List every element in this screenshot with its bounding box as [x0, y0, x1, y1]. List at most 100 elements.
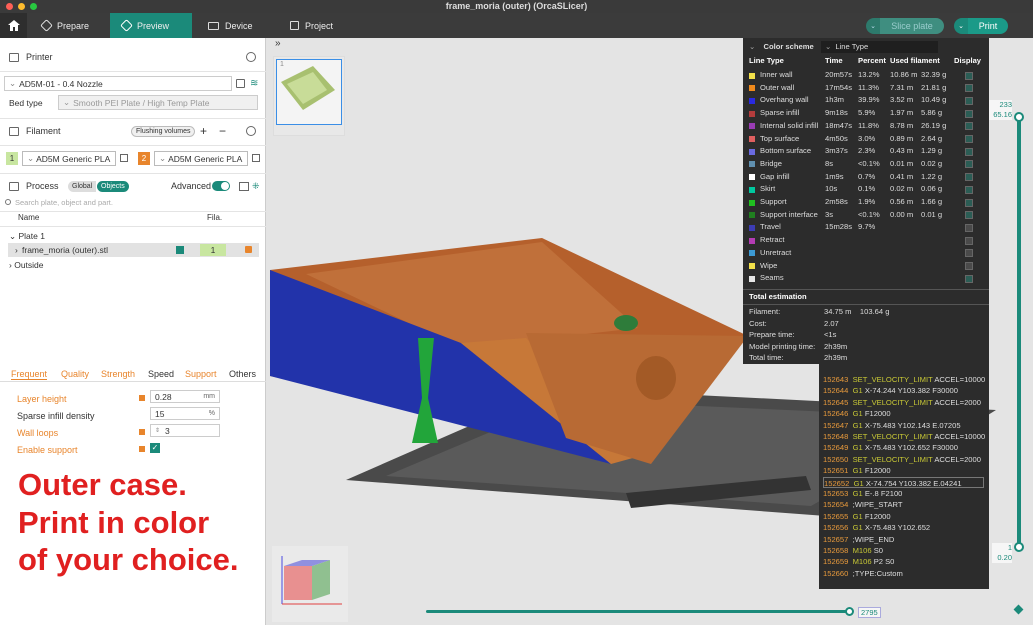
enable-support-checkbox[interactable]: ✓: [150, 443, 160, 453]
process-list-icon[interactable]: [239, 181, 249, 191]
slice-plate-button[interactable]: Slice plate: [880, 18, 944, 34]
remove-filament-icon[interactable]: −: [219, 124, 226, 138]
legend-display-checkbox[interactable]: [965, 173, 973, 182]
legend-row[interactable]: Bridge 8s <0.1% 0.01 m 0.02 g: [743, 158, 989, 171]
tab-frequent[interactable]: Frequent: [11, 369, 48, 380]
lock-icon[interactable]: [245, 246, 252, 253]
home-button[interactable]: [0, 13, 27, 38]
gcode-line[interactable]: 152656 G1 X-75.483 Y102.652: [823, 522, 930, 533]
wifi-icon[interactable]: ≋: [250, 78, 258, 89]
legend-display-checkbox[interactable]: [965, 160, 973, 169]
gcode-line[interactable]: 152649 G1 X-75.483 Y102.652 F30000: [823, 442, 958, 453]
wall-loops-input[interactable]: ⇕ 3: [150, 424, 220, 437]
process-extra-icon[interactable]: ⁜: [252, 181, 260, 192]
gcode-line[interactable]: 152659 M106 P2 S0: [823, 556, 894, 567]
advanced-toggle-switch[interactable]: [212, 181, 230, 191]
gcode-line[interactable]: 152644 G1 X-74.244 Y103.382 F30000: [823, 385, 958, 396]
legend-display-checkbox[interactable]: [965, 71, 973, 80]
legend-row[interactable]: Support interface 3s <0.1% 0.00 m 0.01 g: [743, 209, 989, 222]
object-search[interactable]: Search plate, object and part.: [5, 196, 261, 208]
legend-display-checkbox[interactable]: [965, 135, 973, 143]
legend-row[interactable]: Outer wall 17m54s 11.3% 7.31 m 21.81 g: [743, 82, 989, 95]
object-search-input[interactable]: Search plate, object and part.: [15, 198, 113, 207]
flushing-volumes-button[interactable]: Flushing volumes: [131, 125, 196, 137]
layer-slider-track[interactable]: [1017, 116, 1021, 546]
tree-outside[interactable]: › Outside: [9, 260, 44, 270]
edit-filament-1-icon[interactable]: [120, 154, 128, 162]
legend-display-checkbox[interactable]: [965, 96, 973, 105]
filament-slot-2-badge[interactable]: 2: [138, 152, 150, 165]
edit-printer-icon[interactable]: [236, 79, 245, 88]
legend-display-checkbox[interactable]: [965, 109, 973, 118]
tree-object-row[interactable]: › frame_moria (outer).stl 1: [8, 243, 259, 257]
bed-type-select[interactable]: ⌄ Smooth PEI Plate / High Temp Plate: [58, 95, 258, 110]
layer-height-input[interactable]: 0.28 mm: [150, 390, 220, 403]
legend-row[interactable]: Top surface 4m50s 3.0% 0.89 m 2.64 g: [743, 133, 989, 146]
legend-display-checkbox[interactable]: [965, 249, 973, 258]
filament-slot-1-badge[interactable]: 1: [6, 152, 18, 165]
gcode-line[interactable]: 152655 G1 F12000: [823, 511, 891, 522]
filament-settings-gear-icon[interactable]: [246, 126, 256, 136]
legend-row[interactable]: Overhang wall 1h3m 39.9% 3.52 m 10.49 g: [743, 94, 989, 107]
legend-row[interactable]: Sparse infill 9m18s 5.9% 1.97 m 5.86 g: [743, 107, 989, 120]
filament-slot-2-select[interactable]: ⌄ AD5M Generic PLA: [154, 151, 248, 166]
color-scheme-select[interactable]: ⌄ Line Type: [821, 41, 938, 53]
legend-display-checkbox[interactable]: [965, 198, 973, 207]
tab-others[interactable]: Others: [229, 369, 256, 379]
legend-row[interactable]: Wipe: [743, 260, 989, 273]
legend-row[interactable]: Seams: [743, 272, 989, 285]
layer-slider-bottom-handle[interactable]: [1014, 542, 1024, 552]
tab-project[interactable]: Project: [278, 13, 358, 38]
gcode-line[interactable]: 152650 SET_VELOCITY_LIMIT ACCEL=2000: [823, 454, 981, 465]
legend-row[interactable]: Travel 15m28s 9.7%: [743, 221, 989, 234]
gcode-line[interactable]: 152658 M106 S0: [823, 545, 883, 556]
chevron-down-icon[interactable]: ⌄: [749, 42, 755, 51]
legend-display-checkbox[interactable]: [965, 262, 973, 270]
legend-display-checkbox[interactable]: [965, 236, 973, 245]
global-toggle[interactable]: Global: [68, 180, 97, 192]
legend-row[interactable]: Skirt 10s 0.1% 0.02 m 0.06 g: [743, 183, 989, 196]
move-slider-track[interactable]: [426, 610, 850, 613]
filament-slot-1-select[interactable]: ⌄ AD5M Generic PLA: [22, 151, 116, 166]
gcode-line[interactable]: 152645 SET_VELOCITY_LIMIT ACCEL=2000: [823, 397, 981, 408]
layer-slider-top-handle[interactable]: [1014, 112, 1024, 122]
printer-select[interactable]: ⌄ AD5M-01 - 0.4 Nozzle: [4, 76, 232, 91]
move-slider-handle[interactable]: [845, 607, 854, 616]
tab-strength[interactable]: Strength: [101, 369, 135, 379]
zoom-window-button[interactable]: [30, 3, 37, 10]
sparse-infill-input[interactable]: 15 %: [150, 407, 220, 420]
close-window-button[interactable]: [6, 3, 13, 10]
tree-plate-1[interactable]: ⌄ Plate 1: [9, 231, 45, 242]
slice-dropdown-button[interactable]: ⌄: [866, 18, 880, 34]
view-cube[interactable]: [272, 546, 348, 622]
legend-row[interactable]: Inner wall 20m57s 13.2% 10.86 m 32.39 g: [743, 69, 989, 82]
legend-display-checkbox[interactable]: [965, 211, 973, 220]
legend-display-checkbox[interactable]: [965, 122, 973, 131]
edit-filament-2-icon[interactable]: [252, 154, 260, 162]
print-button[interactable]: Print: [968, 18, 1008, 34]
objects-toggle[interactable]: Objects: [97, 180, 129, 192]
minimize-window-button[interactable]: [18, 3, 25, 10]
add-filament-icon[interactable]: +: [200, 124, 207, 138]
legend-display-checkbox[interactable]: [965, 84, 973, 93]
legend-row[interactable]: Gap infill 1m9s 0.7% 0.41 m 1.22 g: [743, 171, 989, 184]
legend-row[interactable]: Unretract: [743, 247, 989, 260]
tab-preview[interactable]: Preview: [110, 13, 192, 38]
lock-icon[interactable]: [139, 429, 145, 435]
gcode-line[interactable]: 152643 SET_VELOCITY_LIMIT ACCEL=10000: [823, 374, 985, 385]
tab-prepare[interactable]: Prepare: [30, 13, 108, 38]
gcode-line[interactable]: 152647 G1 X-75.483 Y102.143 E.07205: [823, 420, 961, 431]
legend-display-checkbox[interactable]: [965, 223, 973, 232]
legend-display-checkbox[interactable]: [965, 147, 973, 156]
legend-display-checkbox[interactable]: [965, 274, 973, 283]
tab-speed[interactable]: Speed: [148, 369, 174, 379]
lock-icon[interactable]: [139, 446, 145, 452]
lock-icon[interactable]: [139, 395, 145, 401]
gcode-line[interactable]: 152653 G1 E-.8 F2100: [823, 488, 902, 499]
legend-row[interactable]: Internal solid infill 18m47s 11.8% 8.78 m 26…: [743, 120, 989, 133]
gcode-line[interactable]: 152646 G1 F12000: [823, 408, 891, 419]
gcode-line[interactable]: 152654 ;WIPE_START: [823, 499, 903, 510]
legend-row[interactable]: Retract: [743, 234, 989, 247]
tab-quality[interactable]: Quality: [61, 369, 89, 379]
legend-display-checkbox[interactable]: [965, 185, 973, 194]
